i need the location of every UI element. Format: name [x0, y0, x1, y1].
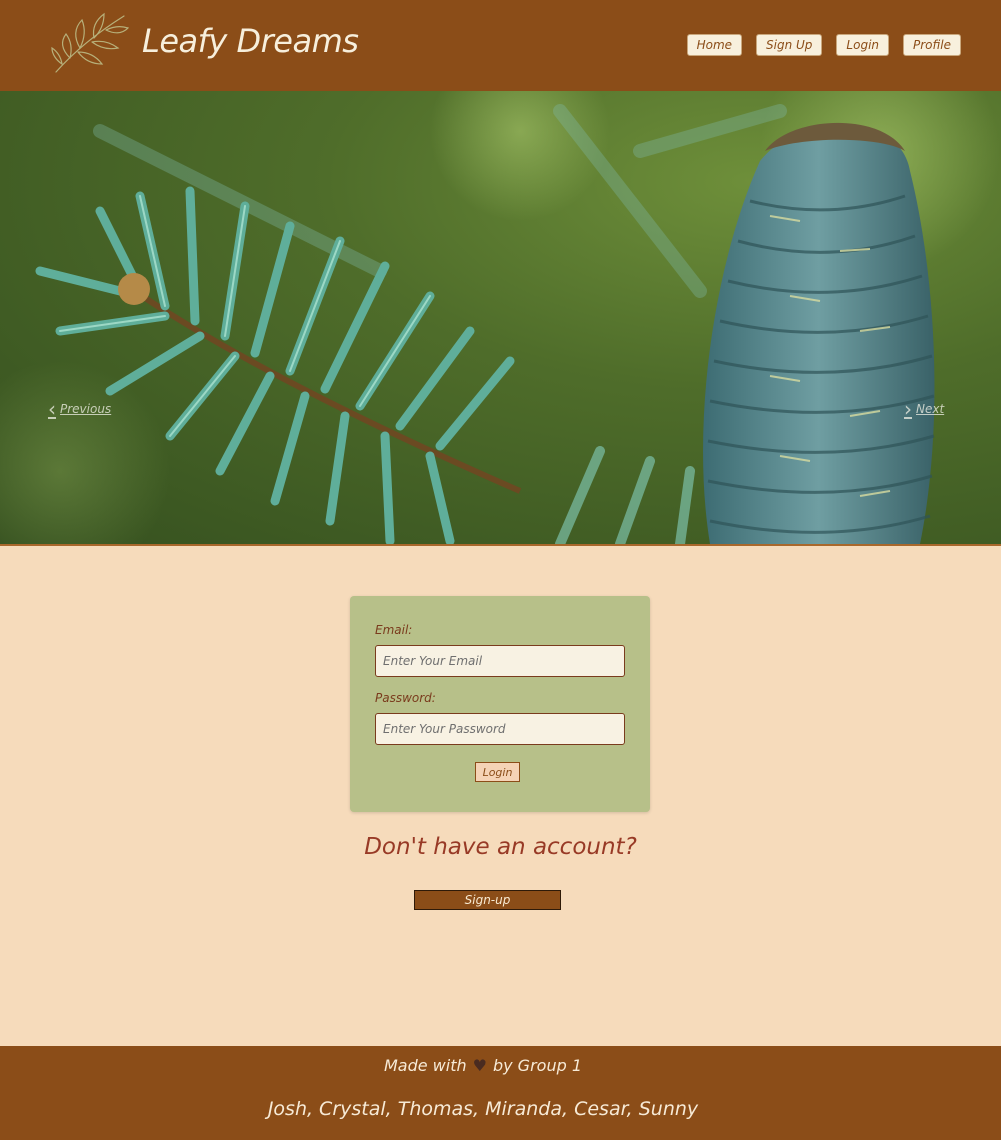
signup-button[interactable]: Sign-up: [414, 890, 561, 910]
site-header: Leafy Dreams Home Sign Up Login Profile: [0, 0, 1001, 91]
carousel-prev-label: Previous: [60, 402, 112, 416]
site-footer: Made with ♥ by Group 1 Josh, Crystal, Th…: [0, 1046, 1001, 1140]
signup-prompt: Don't have an account?: [364, 834, 637, 860]
login-submit-button[interactable]: Login: [475, 762, 520, 782]
made-with-prefix: Made with: [383, 1056, 467, 1075]
heart-icon: ♥: [472, 1056, 487, 1075]
nav-profile-button[interactable]: Profile: [903, 34, 961, 56]
chevron-right-icon: ›: [904, 397, 912, 421]
password-label: Password:: [375, 691, 436, 705]
made-with-line: Made with ♥ by Group 1: [0, 1056, 966, 1075]
made-with-suffix: by Group 1: [492, 1056, 583, 1075]
password-field[interactable]: [375, 713, 625, 745]
carousel-prev-button[interactable]: ‹ Previous: [48, 399, 111, 419]
site-title: Leafy Dreams: [142, 22, 359, 60]
email-field[interactable]: [375, 645, 625, 677]
email-label: Email:: [375, 623, 413, 637]
login-form: Email: Password: Login: [350, 596, 650, 812]
nav-login-button[interactable]: Login: [836, 34, 890, 56]
hero-carousel: ‹ Previous › Next: [0, 91, 1001, 544]
hero-divider: [0, 544, 1001, 546]
carousel-next-button[interactable]: › Next: [904, 399, 944, 419]
main-nav: Home Sign Up Login Profile: [686, 34, 961, 56]
team-members: Josh, Crystal, Thomas, Miranda, Cesar, S…: [267, 1098, 699, 1120]
chevron-left-icon: ‹: [48, 397, 56, 421]
nav-home-button[interactable]: Home: [686, 34, 743, 56]
nav-signup-button[interactable]: Sign Up: [756, 34, 823, 56]
carousel-image: [0, 91, 1000, 544]
carousel-next-label: Next: [916, 402, 945, 416]
leaf-sprig-icon: [51, 12, 130, 73]
